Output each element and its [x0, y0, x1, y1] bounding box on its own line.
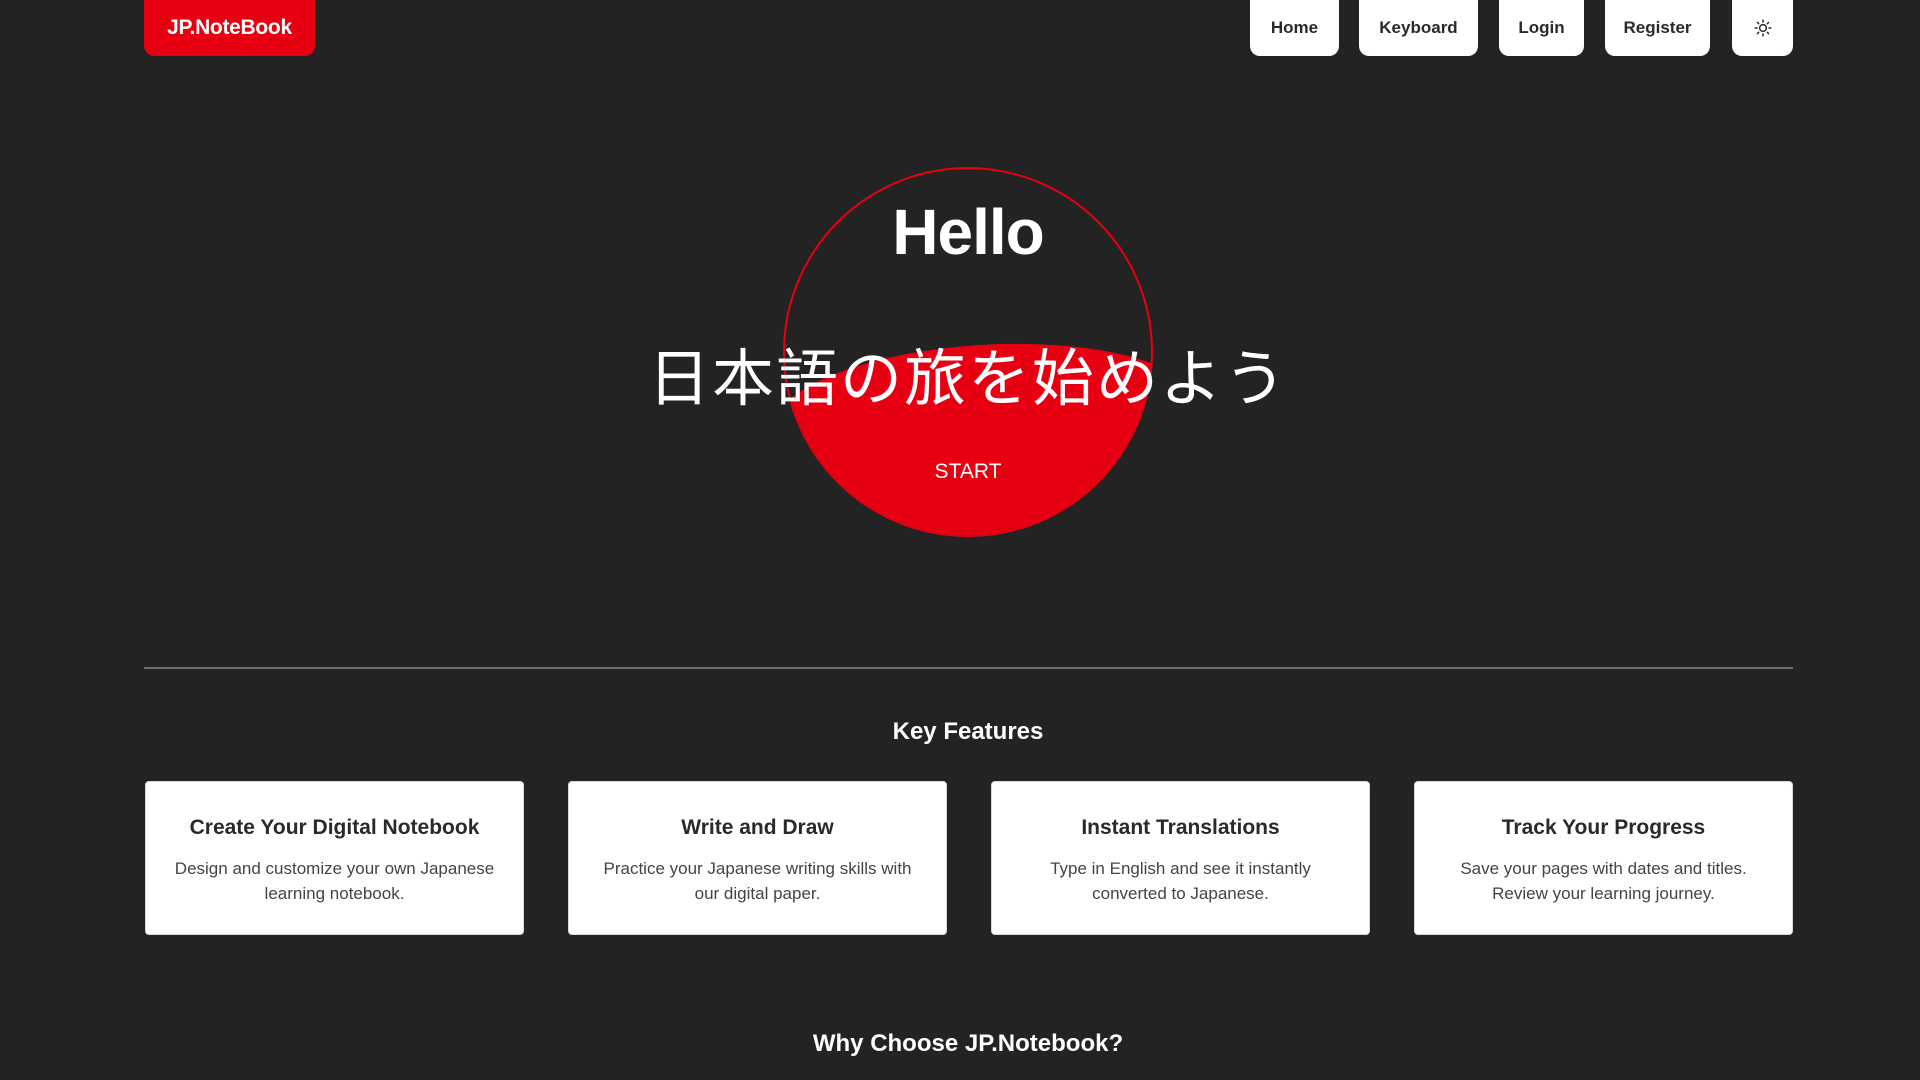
nav-login-button[interactable]: Login: [1499, 0, 1584, 56]
theme-toggle-button[interactable]: [1732, 0, 1793, 56]
nav-keyboard-button[interactable]: Keyboard: [1359, 0, 1478, 56]
page: JP.NoteBook Home Keyboard Login Register…: [0, 0, 1920, 1080]
feature-card-title: Write and Draw: [681, 816, 834, 839]
feature-card-title: Create Your Digital Notebook: [189, 816, 480, 839]
why-title: Why Choose JP.Notebook?: [812, 1030, 1124, 1057]
nav-home-button[interactable]: Home: [1250, 0, 1339, 56]
nav-register-button[interactable]: Register: [1605, 0, 1710, 56]
feature-card: Track Your Progress Save your pages with…: [1414, 781, 1793, 935]
feature-card-title: Track Your Progress: [1501, 816, 1706, 839]
feature-card: Create Your Digital Notebook Design and …: [145, 781, 524, 935]
features-title: Key Features: [892, 718, 1044, 745]
sun-icon: [1753, 19, 1772, 37]
logo-link[interactable]: JP.NoteBook: [144, 0, 315, 56]
feature-card-description: Type in English and see it instantly con…: [1050, 859, 1311, 903]
hero-tagline: 日本語の旅を始めよう: [647, 342, 1288, 415]
section-divider: [144, 667, 1793, 669]
start-button[interactable]: START: [888, 452, 1048, 492]
feature-card-description: Save your pages with dates and titles. R…: [1460, 859, 1747, 903]
feature-card-description: Design and customize your own Japanese l…: [174, 859, 495, 903]
hero-greeting: Hello: [892, 196, 1044, 268]
feature-card-title: Instant Translations: [1081, 816, 1280, 839]
feature-card: Write and Draw Practice your Japanese wr…: [568, 781, 947, 935]
feature-card: Instant Translations Type in English and…: [991, 781, 1370, 935]
feature-card-description: Practice your Japanese writing skills wi…: [603, 859, 912, 903]
